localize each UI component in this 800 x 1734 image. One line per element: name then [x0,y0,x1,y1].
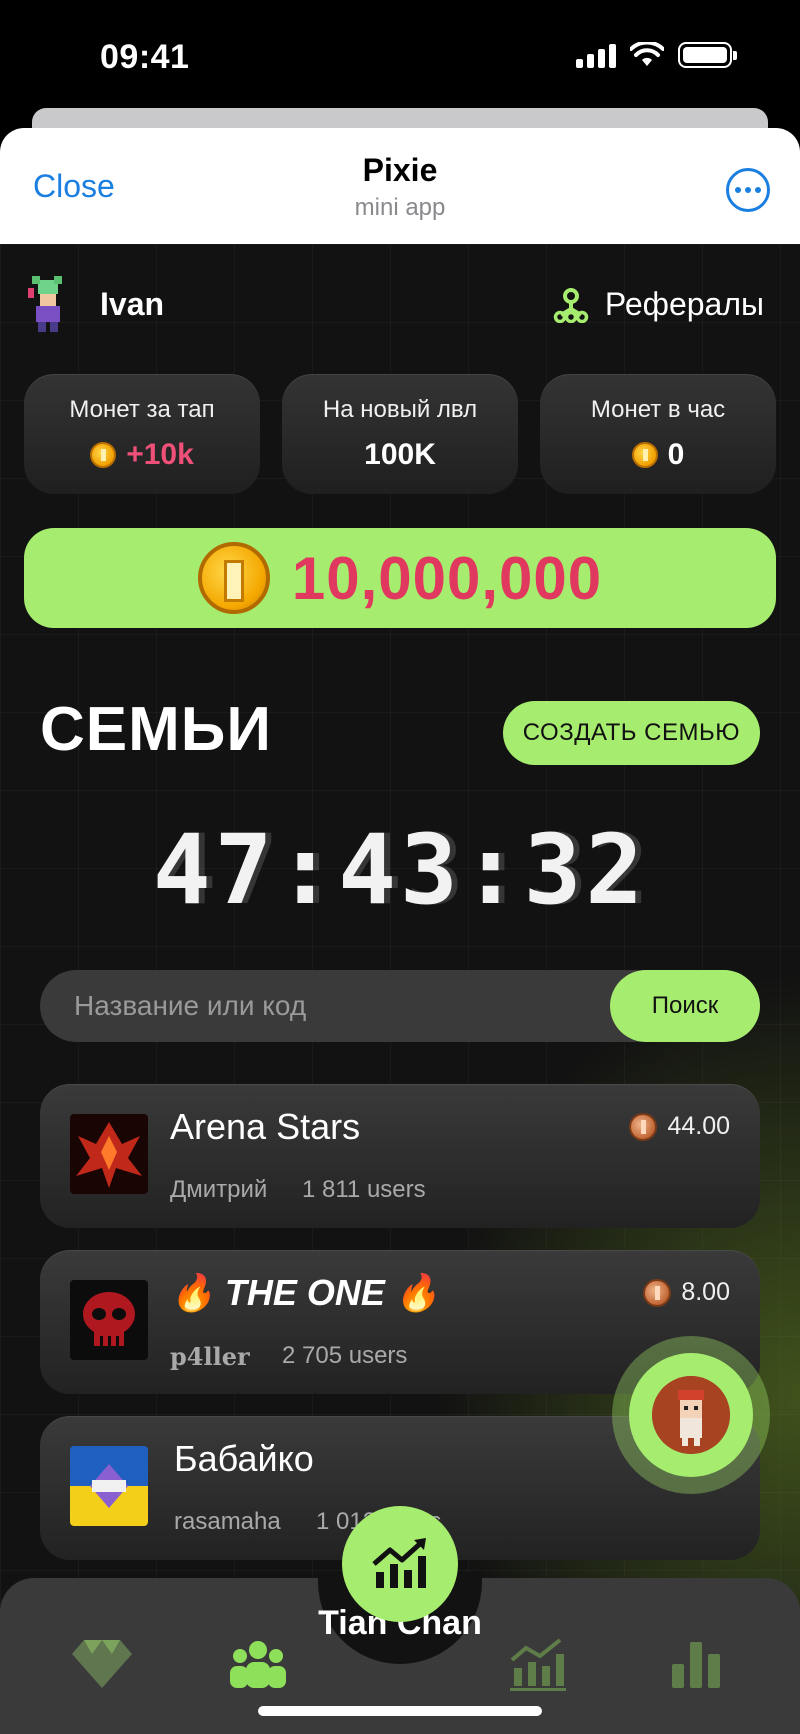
bronze-coin-icon [629,1112,658,1141]
more-options-button[interactable] [726,168,770,212]
home-indicator [258,1706,542,1716]
family-owner: p4ller [170,1342,250,1371]
app-title: Pixie [362,152,438,188]
family-card[interactable]: Arena Stars Дмитрий 1 811 users 44.00 [40,1084,760,1228]
growth-chart-icon [372,1538,426,1588]
stat-card-next-level: На новый лвл 100K [282,374,518,494]
family-avatar-flag [70,1446,148,1526]
family-score: 8.00 [643,1278,730,1307]
stat-value-text: 0 [667,438,685,471]
dot-icon [755,187,761,193]
dot-icon [745,187,751,193]
bar-chart-icon[interactable] [664,1636,728,1692]
coin-icon [90,442,117,468]
balance-bar: 10,000,000 [24,528,776,628]
family-icon[interactable] [226,1636,290,1692]
battery-icon [678,42,737,68]
family-score-value: 44.00 [667,1112,730,1140]
stat-value: +10k [24,438,260,472]
referrals-button[interactable]: Рефералы [553,286,764,323]
balance-value: 10,000,000 [291,544,603,612]
stat-value-text: +10k [126,438,194,471]
stat-value-text: 100K [364,438,436,471]
user-profile[interactable]: Ivan [24,274,164,334]
search-input[interactable] [74,970,574,1042]
family-owner: rasamaha [174,1508,281,1535]
gold-coin-icon [197,542,270,614]
stat-label: На новый лвл [322,396,478,423]
family-score: 44.00 [629,1112,730,1141]
status-icons [576,42,737,68]
family-name: Бабайко [174,1438,314,1479]
stat-card-coins-per-tap: Монет за тап +10k [24,374,260,494]
status-bar: 09:41 [0,0,800,110]
dot-icon [735,187,741,193]
countdown-timer: 47:43:32 [152,814,648,926]
avatar [28,276,62,332]
stat-label: Монет за тап [69,396,215,423]
create-family-button[interactable]: СОЗДАТЬ СЕМЬЮ [502,701,760,765]
diamond-icon[interactable] [70,1636,134,1692]
nav-center-button[interactable] [342,1506,458,1622]
family-name: 🔥 THE ONE 🔥 [170,1272,440,1313]
family-users: 2 705 users [282,1342,408,1369]
user-name: Ivan [100,285,165,322]
family-avatar-dragon [70,1114,148,1194]
search-button[interactable]: Поиск [610,970,760,1042]
referrals-label: Рефералы [604,286,764,322]
app-subtitle: mini app [354,194,446,221]
stats-row: Монет за тап +10k На новый лвл 100K Моне… [24,374,776,494]
family-avatar-skull [70,1280,148,1360]
stat-value: 100K [282,438,518,472]
family-name: Arena Stars [170,1106,361,1147]
stat-label: Монет в час [590,396,726,423]
family-score-value: 8.00 [681,1278,730,1306]
bronze-coin-icon [643,1278,672,1307]
search-bar: Поиск [40,970,760,1042]
cellular-signal-icon [576,42,616,68]
wifi-icon [630,42,664,66]
stats-chart-icon[interactable] [506,1636,570,1692]
family-owner: Дмитрий [170,1176,268,1203]
app-content: Ivan Рефералы Монет за тап +10k На новый… [0,244,800,1734]
coin-icon [631,442,658,468]
family-users: 1 811 users [302,1176,426,1203]
character-icon [652,1376,730,1454]
floating-character-button[interactable] [612,1336,770,1494]
floating-button-inner [629,1353,753,1477]
stat-card-coins-per-hour: Монет в час 0 [540,374,776,494]
referrals-icon [553,287,589,323]
stat-value: 0 [540,438,776,472]
status-time: 09:41 [100,38,190,76]
families-title: СЕМЬИ [40,695,272,764]
mini-app-header: Close Pixie mini app [0,128,800,244]
